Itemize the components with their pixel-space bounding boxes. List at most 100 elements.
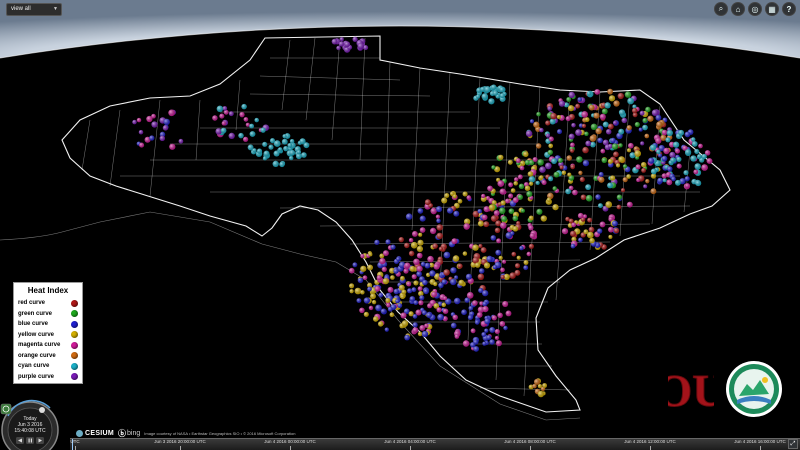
heat-index-point-shade: [228, 132, 235, 139]
heat-index-point-shade: [418, 232, 423, 237]
heat-index-point-shade: [432, 243, 438, 249]
heat-index-point-shade: [492, 90, 499, 96]
heat-index-point-shade: [270, 138, 275, 144]
heat-index-point-shade: [354, 287, 362, 295]
home-button[interactable]: ⌂: [731, 2, 745, 16]
legend-swatch: [71, 310, 78, 318]
heat-index-point-shade: [441, 302, 446, 307]
heat-index-point-shade: [437, 313, 444, 321]
heat-index-point-shade: [494, 335, 499, 340]
timeline-tick-label: Jun 4 2016 12:00:00 UTC: [624, 439, 676, 444]
heat-index-point-shade: [626, 125, 632, 131]
legend-item-label: blue curve: [18, 321, 49, 328]
heat-index-point-shade: [624, 91, 632, 98]
heat-index-point-shade: [489, 327, 496, 333]
heat-index-point-shade: [281, 138, 288, 145]
legend-title: Heat Index: [27, 286, 69, 295]
heat-index-point-shade: [578, 170, 583, 175]
heat-index-point-shade: [599, 113, 606, 120]
heat-index-point-shade: [136, 117, 142, 123]
heat-index-point-shade: [362, 275, 368, 281]
scene-mode-button[interactable]: ◎: [748, 2, 762, 16]
heat-index-point-shade: [454, 275, 459, 280]
heat-index-point-shade: [252, 148, 257, 153]
heat-index-point-shade: [443, 269, 450, 276]
heat-index-point-shade: [582, 146, 589, 154]
heat-index-point-shade: [586, 91, 592, 96]
heat-index-point-shade: [514, 177, 519, 182]
heat-index-point-shade: [483, 206, 490, 213]
search-button[interactable]: ⌕: [714, 2, 728, 16]
ou-logo-text: OU: [668, 365, 714, 416]
heat-index-point-shade: [482, 301, 488, 307]
heat-index-point-shade: [151, 113, 156, 119]
heat-index-point-shade: [565, 116, 571, 122]
heat-index-point-shade: [279, 161, 285, 168]
heat-index-point-shade: [645, 179, 650, 184]
fullscreen-button[interactable]: ⤢: [788, 439, 798, 449]
heat-index-point-shade: [151, 121, 158, 128]
heat-index-point-shade: [443, 296, 448, 301]
heat-index-point-shade: [159, 135, 165, 141]
base-layer-picker-button[interactable]: ▦: [765, 2, 779, 16]
heat-index-point-shade: [505, 198, 510, 204]
heat-index-point-shade: [595, 194, 601, 200]
heat-index-point-shade: [698, 143, 703, 149]
legend-swatch: [71, 373, 78, 381]
heat-index-point-shade: [499, 93, 505, 99]
heat-index-point-shade: [500, 267, 505, 273]
heat-index-point-shade: [441, 279, 447, 285]
heat-index-point-shade: [530, 119, 534, 124]
heat-index-point-shade: [482, 290, 489, 297]
legend-item: purple curve: [18, 372, 78, 383]
heat-index-point-shade: [368, 305, 374, 311]
heat-index-point-shade: [413, 300, 419, 305]
animation-widget[interactable]: Today Jun 3 2016 15:40:08 UTC: [0, 398, 72, 450]
help-button[interactable]: ?: [782, 2, 796, 16]
heat-index-point-shade: [675, 179, 681, 186]
heat-index-point-shade: [501, 216, 508, 222]
heat-index-point-shade: [537, 159, 544, 166]
heat-index-point-shade: [370, 293, 376, 300]
heat-index-point-shade: [338, 41, 345, 47]
heat-index-point-shade: [695, 180, 702, 187]
heat-index-point-shade: [451, 238, 458, 245]
heat-index-point-shade: [468, 306, 474, 311]
heat-index-point-shade: [528, 215, 534, 221]
heat-index-point-shade: [666, 129, 673, 137]
heat-index-point-shade: [495, 340, 502, 347]
heat-index-point-shade: [375, 304, 382, 312]
heat-index-point-shade: [363, 297, 370, 304]
heat-index-point-shade: [523, 151, 529, 157]
heat-index-point-shade: [419, 215, 426, 222]
heat-index-point-shade: [413, 258, 420, 265]
heat-index-point-shade: [222, 106, 228, 111]
heat-index-point-shade: [359, 307, 365, 313]
heat-index-point-shade: [523, 265, 529, 271]
bing-logo[interactable]: ⓑ bing: [118, 428, 140, 439]
heat-index-point-shade: [245, 122, 250, 127]
legend-item-label: red curve: [18, 300, 46, 307]
view-select-dropdown[interactable]: view all ▼: [6, 3, 62, 16]
heat-index-point-shade: [400, 276, 405, 281]
heat-index-point-shade: [515, 263, 520, 269]
timeline-tick-mark: [75, 446, 76, 450]
heat-index-point-shade: [407, 288, 413, 294]
heat-index-point-shade: [287, 143, 293, 148]
heat-index-point-shade: [495, 249, 502, 256]
heat-index-point-shade: [395, 299, 400, 304]
heat-index-point-shade: [500, 200, 506, 206]
heat-index-point-shade: [453, 210, 460, 217]
heat-index-point-shade: [476, 94, 481, 99]
heat-index-point-shade: [643, 184, 648, 189]
timeline-tick-label: Jun 4 2016 04:00:00 UTC: [384, 439, 436, 444]
heat-index-point-shade: [178, 138, 184, 144]
legend-item-label: purple curve: [18, 373, 55, 380]
heat-index-point-shade: [339, 37, 344, 42]
heat-index-point-shade: [494, 227, 501, 233]
cesium-logo[interactable]: CESIUM: [76, 429, 114, 437]
heat-index-point-shade: [511, 251, 517, 257]
heat-index-point-shade: [661, 155, 668, 162]
heat-index-point-shade: [610, 175, 616, 181]
timeline[interactable]: UTC Jun 3 2016 20:00:00 UTC Jun 4 2016 00:…: [70, 438, 800, 450]
